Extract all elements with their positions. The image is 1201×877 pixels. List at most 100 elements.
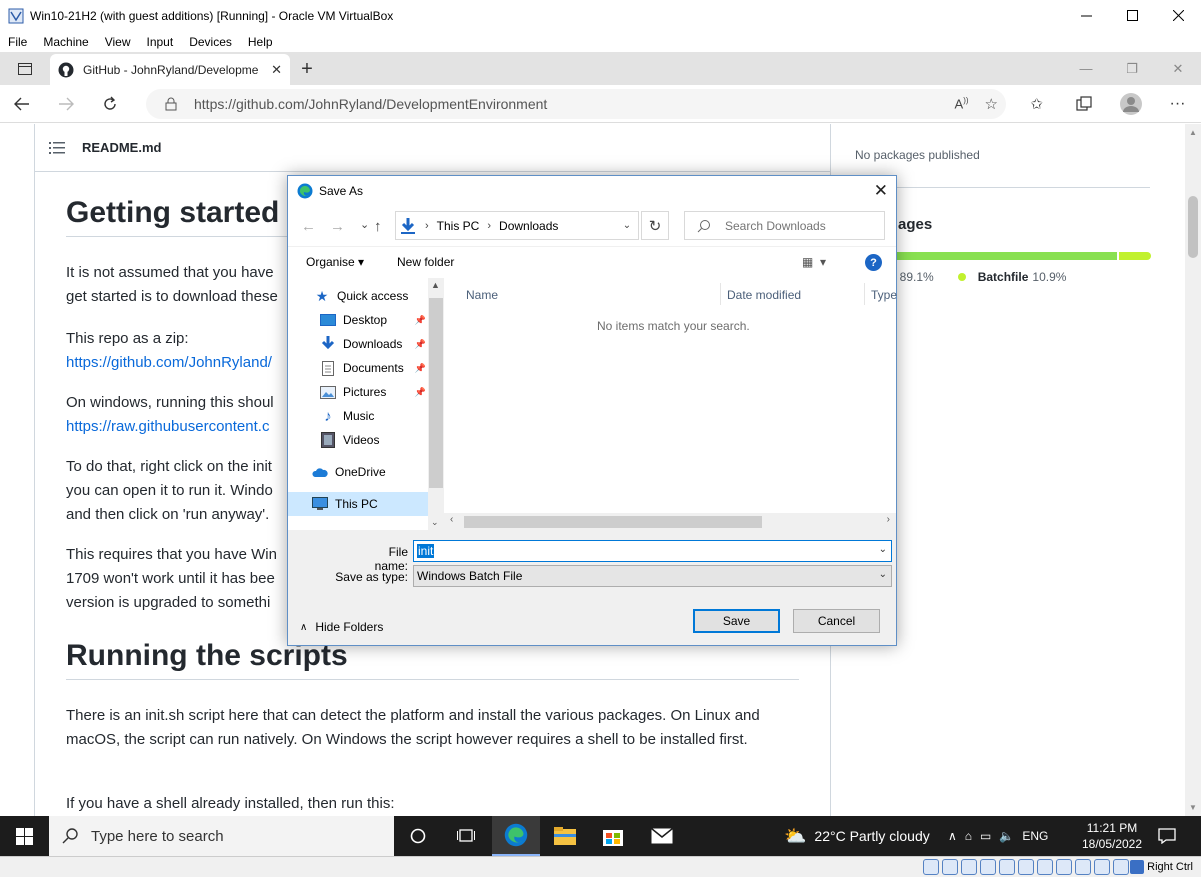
nav-videos[interactable]: Videos [320, 428, 428, 452]
breadcrumb-dropdown-icon[interactable]: ⌄ [616, 212, 638, 239]
column-header-date-modified[interactable]: Date modified [727, 283, 801, 307]
nav-music[interactable]: ♪ Music [320, 404, 428, 428]
breadcrumb-this-pc[interactable]: This PC [437, 219, 480, 233]
nav-desktop[interactable]: Desktop 📌 [320, 308, 428, 332]
taskbar-file-explorer-button[interactable] [541, 816, 589, 856]
file-name-dropdown-icon[interactable]: ⌄ [879, 544, 887, 555]
view-options-button[interactable]: ▦ ▾ [802, 255, 826, 269]
scroll-up-icon[interactable]: ▲ [1189, 128, 1197, 137]
dialog-back-icon[interactable]: ← [301, 218, 316, 235]
display-icon[interactable] [1037, 859, 1053, 875]
cortana-button[interactable] [394, 816, 442, 856]
browser-restore-button[interactable]: ❐ [1109, 52, 1155, 85]
menu-file[interactable]: File [0, 35, 35, 49]
cpu-icon[interactable] [1094, 859, 1110, 875]
tab-close-icon[interactable]: ✕ [271, 62, 282, 78]
taskbar-mail-button[interactable] [638, 816, 686, 856]
browser-close-button[interactable]: ✕ [1155, 52, 1201, 85]
list-icon[interactable] [49, 141, 65, 154]
language-indicator[interactable]: ENG [1022, 829, 1048, 843]
hide-folders-button[interactable]: ∧ Hide Folders [300, 620, 383, 634]
back-button[interactable] [0, 85, 44, 123]
nav-pictures[interactable]: Pictures 📌 [320, 380, 428, 404]
save-button[interactable]: Save [693, 609, 780, 633]
menu-devices[interactable]: Devices [181, 35, 240, 49]
breadcrumb-downloads[interactable]: Downloads [499, 219, 558, 233]
dialog-search-input[interactable] [725, 218, 875, 233]
close-button[interactable] [1155, 0, 1201, 31]
network-adapter-icon[interactable] [980, 859, 996, 875]
filelist-hscrollbar[interactable]: ‹ › [444, 513, 896, 530]
organise-button[interactable]: Organise ▾ [306, 255, 364, 269]
guest-additions-icon[interactable] [1075, 859, 1091, 875]
new-folder-button[interactable]: New folder [397, 255, 454, 269]
favorite-add-icon[interactable]: ☆ [985, 95, 998, 113]
scroll-left-icon[interactable]: ‹ [450, 514, 453, 525]
tray-overflow-icon[interactable]: ∧ [948, 829, 957, 843]
scroll-up-icon[interactable]: ▲ [431, 280, 440, 290]
start-button[interactable] [0, 816, 48, 856]
nav-quick-access[interactable]: ★ Quick access [314, 284, 428, 308]
tab-actions-button[interactable] [0, 52, 50, 85]
nav-onedrive[interactable]: OneDrive [312, 460, 428, 484]
page-scrollbar[interactable]: ▲ ▼ [1185, 124, 1201, 816]
navpane-scrollbar[interactable]: ▲ ⌄ [428, 278, 444, 530]
settings-more-button[interactable]: ··· [1154, 85, 1201, 123]
profile-button[interactable] [1107, 85, 1154, 123]
column-header-type[interactable]: Type [871, 283, 897, 307]
menu-view[interactable]: View [97, 35, 139, 49]
scrollbar-thumb[interactable] [1188, 196, 1198, 258]
help-icon[interactable]: ? [865, 254, 882, 271]
nav-downloads[interactable]: Downloads 📌 [320, 332, 428, 356]
menu-input[interactable]: Input [139, 35, 182, 49]
dialog-refresh-button[interactable]: ↻ [641, 211, 669, 240]
zip-link[interactable]: https://github.com/JohnRyland/ [66, 354, 272, 371]
dialog-recent-icon[interactable]: ⌄ [360, 218, 369, 231]
new-tab-button[interactable]: + [290, 54, 324, 85]
address-bar[interactable]: https://github.com/JohnRyland/Developmen… [146, 89, 1006, 119]
dialog-search-box[interactable] [684, 211, 885, 240]
taskbar-search-box[interactable]: Type here to search [49, 816, 394, 856]
raw-link[interactable]: https://raw.githubusercontent.c [66, 418, 269, 435]
navpane-scroll-thumb[interactable] [429, 298, 443, 488]
maximize-button[interactable] [1109, 0, 1155, 31]
shared-folders-icon[interactable] [1018, 859, 1034, 875]
audio-icon[interactable] [961, 859, 977, 875]
filelist-hscroll-thumb[interactable] [464, 516, 762, 528]
read-aloud-icon[interactable]: A)) [955, 96, 969, 111]
browser-tab-github[interactable]: GitHub - JohnRyland/DevelopmentEnvironme… [50, 54, 290, 85]
taskbar-store-button[interactable] [589, 816, 637, 856]
menu-machine[interactable]: Machine [35, 35, 96, 49]
cancel-button[interactable]: Cancel [793, 609, 880, 633]
forward-button[interactable] [44, 85, 88, 123]
nav-documents[interactable]: Documents 📌 [320, 356, 428, 380]
save-as-type-select[interactable]: Windows Batch File ⌄ [413, 565, 892, 587]
volume-icon[interactable]: 🔈 [999, 829, 1014, 843]
notification-center-button[interactable] [1150, 816, 1184, 856]
optical-drive-icon[interactable] [942, 859, 958, 875]
menu-help[interactable]: Help [240, 35, 281, 49]
favorites-button[interactable]: ✩ [1013, 85, 1060, 123]
collections-button[interactable] [1060, 85, 1107, 123]
dialog-forward-icon[interactable]: → [330, 218, 345, 235]
ethernet-icon[interactable]: ▭ [980, 829, 991, 843]
taskbar-edge-button[interactable] [492, 816, 540, 856]
task-view-button[interactable] [442, 816, 490, 856]
scroll-down-icon[interactable]: ▼ [1189, 803, 1197, 812]
network-icon[interactable]: ⌂ [965, 829, 972, 843]
dialog-breadcrumb[interactable]: › This PC › Downloads ⌄ [395, 211, 639, 240]
scroll-down-icon[interactable]: ⌄ [431, 517, 439, 528]
nav-this-pc[interactable]: This PC [288, 492, 428, 516]
usb-icon[interactable] [999, 859, 1015, 875]
language-item-batchfile[interactable]: Batchfile 10.9% [957, 270, 1066, 284]
video-capture-icon[interactable] [1056, 859, 1072, 875]
minimize-button[interactable] [1063, 0, 1109, 31]
refresh-button[interactable] [88, 85, 132, 123]
file-name-input[interactable]: init ⌄ [413, 540, 892, 562]
dialog-close-icon[interactable]: ✕ [874, 181, 888, 201]
taskbar-clock[interactable]: 11:21 PM 18/05/2022 [1080, 820, 1144, 852]
dialog-up-icon[interactable]: ↑ [374, 218, 382, 235]
hard-disk-icon[interactable] [923, 859, 939, 875]
mouse-integration-icon[interactable] [1113, 859, 1129, 875]
scroll-right-icon[interactable]: › [887, 514, 890, 525]
